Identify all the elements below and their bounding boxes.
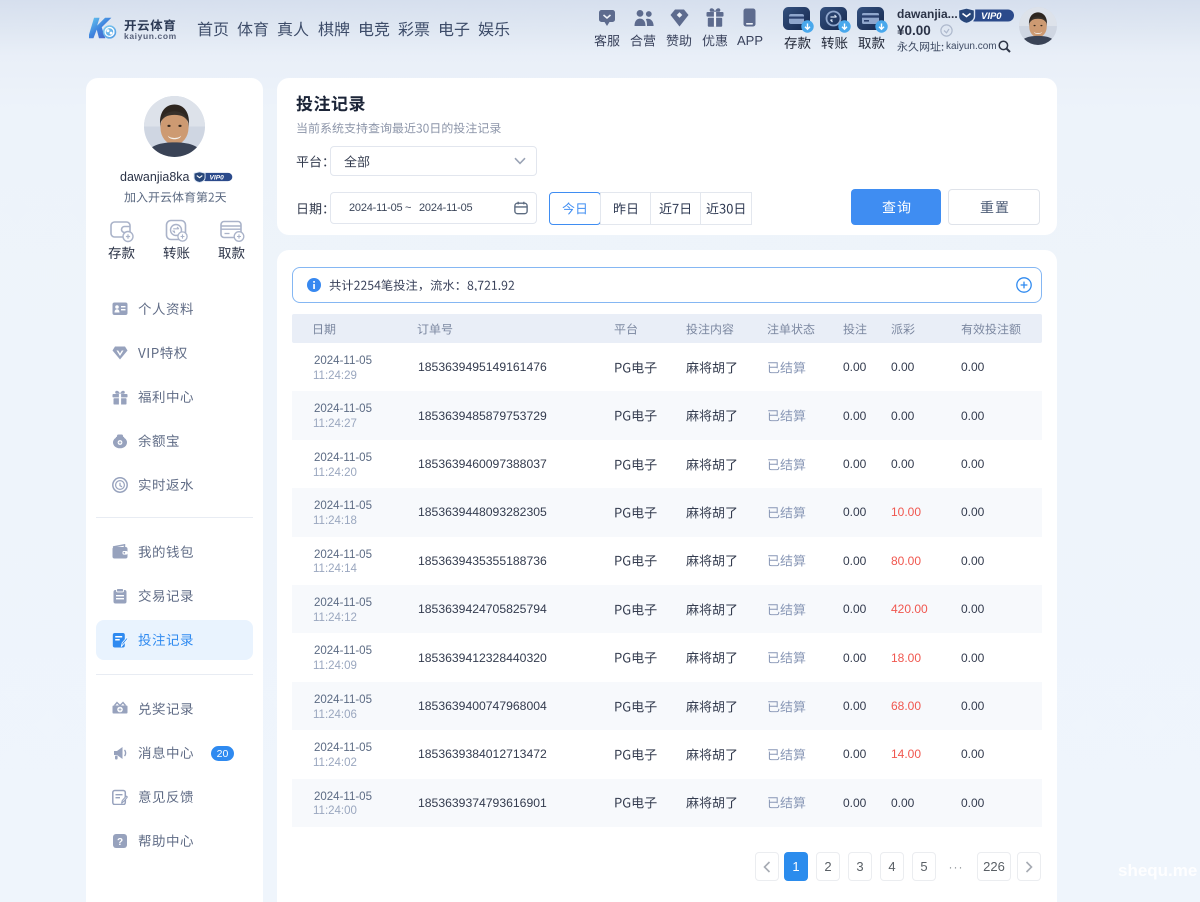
svg-text:?: ? bbox=[117, 837, 123, 848]
svg-text:VIP0: VIP0 bbox=[981, 11, 1002, 22]
svg-text:VIP0: VIP0 bbox=[210, 174, 225, 181]
